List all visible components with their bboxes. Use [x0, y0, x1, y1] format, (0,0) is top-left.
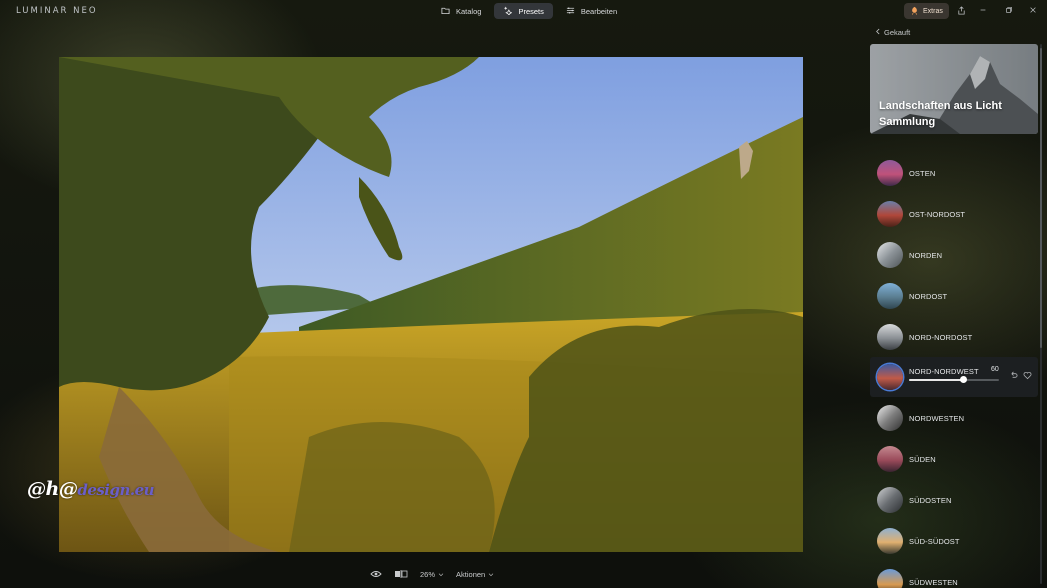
sliders-icon: [566, 6, 575, 17]
watermark-domain: design.eu: [77, 481, 155, 499]
back-label: Gekauft: [884, 28, 911, 37]
tab-katalog[interactable]: Katalog: [432, 3, 490, 19]
preset-label: NORDOST: [909, 291, 948, 301]
preset-nord-nordwest[interactable]: NORD-NORDWEST 60: [870, 357, 1038, 397]
restore-icon[interactable]: [1002, 4, 1016, 16]
slider-handle[interactable]: [960, 376, 967, 383]
extras-label: Extras: [923, 7, 943, 15]
bottom-toolbar: 26% Aktionen: [370, 566, 494, 582]
preset-thumbnail: [877, 364, 903, 390]
preset-sueden[interactable]: SÜDEN: [870, 440, 1038, 478]
preset-thumbnail: [877, 569, 903, 588]
preset-thumbnail: [877, 446, 903, 472]
top-bar: LUMINAR NEO Katalog Presets Bearbeiten E…: [0, 0, 1047, 22]
undo-icon[interactable]: [1008, 370, 1018, 380]
slider-fill: [909, 379, 963, 381]
sparkle-icon: [503, 6, 513, 17]
collection-subtitle: Sammlung: [879, 116, 936, 128]
preset-thumbnail: [877, 283, 903, 309]
extras-button[interactable]: Extras: [904, 3, 949, 19]
share-icon[interactable]: [954, 4, 968, 16]
minimize-icon[interactable]: [976, 4, 990, 16]
rocket-icon: [910, 6, 919, 17]
preset-thumbnail: [877, 242, 903, 268]
preset-thumbnail: [877, 528, 903, 554]
preset-label: SÜDEN: [909, 454, 936, 464]
actions-dropdown[interactable]: Aktionen: [456, 570, 494, 579]
panel-scrollbar[interactable]: [1040, 44, 1042, 584]
preset-suedwesten[interactable]: SÜDWESTEN: [870, 563, 1038, 588]
preset-norden[interactable]: NORDEN: [870, 236, 1038, 274]
landscape-photo: [59, 57, 803, 552]
preset-thumbnail: [877, 201, 903, 227]
preset-nordwesten[interactable]: NORDWESTEN: [870, 399, 1038, 437]
presets-panel: Gekauft Landschaften aus Licht Sammlung …: [866, 22, 1047, 588]
preset-label: NORD-NORDWEST: [909, 366, 979, 376]
actions-label: Aktionen: [456, 569, 486, 579]
tab-presets[interactable]: Presets: [494, 3, 553, 19]
tab-bearbeiten[interactable]: Bearbeiten: [557, 3, 626, 19]
heart-icon[interactable]: [1022, 370, 1032, 380]
preset-label: NORD-NORDOST: [909, 332, 973, 342]
chevron-left-icon: [875, 28, 880, 37]
tab-katalog-label: Katalog: [456, 6, 482, 16]
collection-title: Landschaften aus Licht: [879, 100, 1002, 112]
preset-thumbnail: [877, 160, 903, 186]
preset-thumbnail: [877, 487, 903, 513]
photo-canvas[interactable]: [59, 57, 803, 552]
collection-banner[interactable]: Landschaften aus Licht Sammlung: [870, 44, 1038, 134]
preset-label: SÜDOSTEN: [909, 495, 952, 505]
preset-ost-nordost[interactable]: OST-NORDOST: [870, 195, 1038, 233]
preset-label: SÜD-SÜDOST: [909, 536, 960, 546]
eye-icon[interactable]: [370, 570, 382, 578]
preset-amount: 60: [991, 366, 999, 373]
tab-bearbeiten-label: Bearbeiten: [580, 6, 618, 16]
preset-nord-nordost[interactable]: NORD-NORDOST: [870, 318, 1038, 356]
back-button[interactable]: Gekauft: [875, 28, 910, 37]
chevron-down-icon: [488, 570, 494, 579]
folder-icon: [441, 6, 450, 17]
preset-label: SÜDWESTEN: [909, 577, 958, 587]
scrollbar-thumb[interactable]: [1040, 48, 1042, 348]
preset-suedosten[interactable]: SÜDOSTEN: [870, 481, 1038, 519]
preset-nordost[interactable]: NORDOST: [870, 277, 1038, 315]
zoom-value: 26%: [420, 569, 436, 579]
watermark: @h@design.eu: [27, 478, 155, 500]
preset-label: NORDEN: [909, 250, 943, 260]
close-icon[interactable]: [1026, 4, 1040, 16]
preset-thumbnail: [877, 405, 903, 431]
zoom-dropdown[interactable]: 26%: [420, 570, 444, 579]
preset-label: OST-NORDOST: [909, 209, 966, 219]
preset-osten[interactable]: OSTEN: [870, 154, 1038, 192]
preset-label: NORDWESTEN: [909, 413, 965, 423]
watermark-prefix: @h@: [27, 478, 78, 500]
chevron-down-icon: [438, 570, 444, 579]
app-logo: LUMINAR NEO: [16, 6, 98, 16]
preset-amount-slider[interactable]: [909, 376, 999, 383]
preset-label: OSTEN: [909, 168, 936, 178]
preset-thumbnail: [877, 324, 903, 350]
preset-sued-suedost[interactable]: SÜD-SÜDOST: [870, 522, 1038, 560]
tab-presets-label: Presets: [518, 6, 544, 16]
compare-icon[interactable]: [394, 570, 408, 578]
main-nav: Katalog Presets Bearbeiten: [432, 3, 626, 19]
